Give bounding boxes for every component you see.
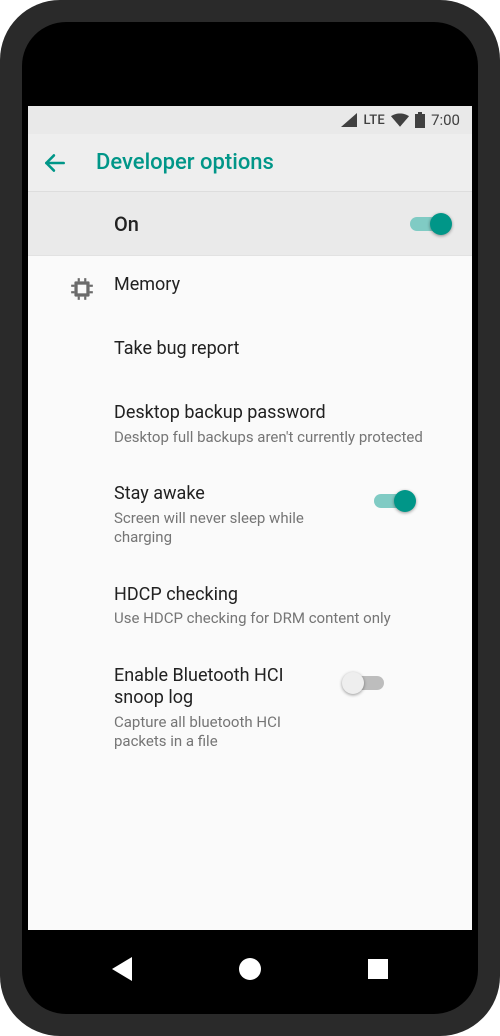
setting-row-memory[interactable]: Memory (28, 256, 472, 320)
nav-home-circle-icon (239, 958, 261, 980)
stay-awake-switch[interactable] (374, 489, 414, 513)
battery-icon (415, 112, 425, 128)
nav-recents-square-icon (368, 959, 388, 979)
page-title: Developer options (96, 150, 274, 175)
nav-back-button[interactable] (98, 945, 146, 993)
setting-title: HDCP checking (114, 584, 440, 607)
setting-title: Stay awake (114, 483, 364, 506)
phone-frame: LTE 7:00 Developer (0, 0, 500, 1036)
setting-subtitle: Desktop full backups aren't currently pr… (114, 428, 440, 448)
nav-recents-button[interactable] (354, 945, 402, 993)
nav-back-triangle-icon (112, 957, 132, 981)
setting-row-backup-password[interactable]: Desktop backup password Desktop full bac… (28, 384, 472, 465)
setting-row-stay-awake[interactable]: Stay awake Screen will never sleep while… (28, 465, 472, 566)
master-toggle-label: On (114, 212, 139, 236)
cellular-signal-icon (341, 113, 357, 127)
navigation-bar (28, 930, 472, 1008)
bt-hci-snoop-switch[interactable] (344, 671, 384, 695)
setting-title: Take bug report (114, 338, 440, 361)
back-button[interactable] (42, 150, 68, 176)
developer-options-master-toggle-row[interactable]: On (28, 192, 472, 256)
screen: LTE 7:00 Developer (28, 106, 472, 930)
network-type-label: LTE (363, 113, 385, 128)
setting-title: Memory (114, 274, 440, 297)
wifi-icon (391, 113, 409, 127)
master-toggle-switch[interactable] (410, 212, 450, 236)
setting-subtitle: Screen will never sleep while charging (114, 509, 364, 548)
setting-row-bug-report[interactable]: Take bug report (28, 320, 472, 384)
status-clock: 7:00 (431, 111, 460, 129)
setting-row-bt-hci-snoop[interactable]: Enable Bluetooth HCI snoop log Capture a… (28, 647, 472, 770)
setting-row-hdcp-checking[interactable]: HDCP checking Use HDCP checking for DRM … (28, 566, 472, 647)
nav-home-button[interactable] (226, 945, 274, 993)
setting-title: Desktop backup password (114, 402, 440, 425)
status-bar: LTE 7:00 (28, 106, 472, 134)
settings-list: On (28, 192, 472, 930)
memory-chip-icon (69, 276, 95, 302)
top-bezel (28, 28, 472, 106)
app-bar: Developer options (28, 134, 472, 192)
setting-subtitle: Use HDCP checking for DRM content only (114, 609, 440, 629)
setting-title: Enable Bluetooth HCI snoop log (114, 665, 334, 710)
setting-subtitle: Capture all bluetooth HCI packets in a f… (114, 713, 334, 752)
